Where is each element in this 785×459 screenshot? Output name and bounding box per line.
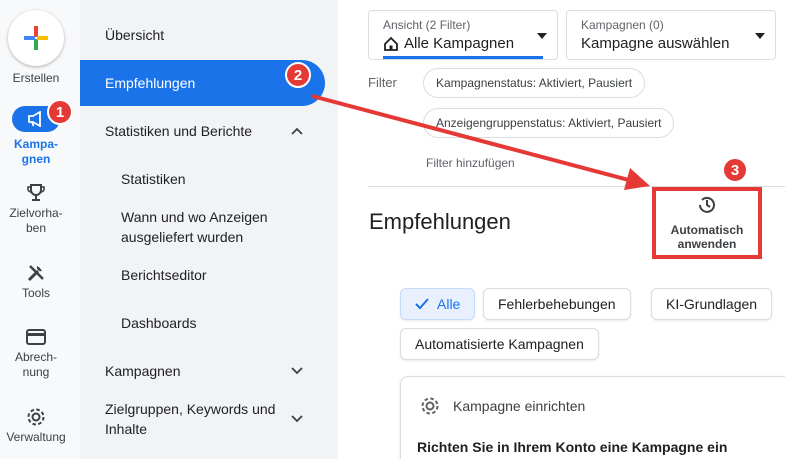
page-title: Empfehlungen xyxy=(369,209,511,234)
filter-chip-troubleshooting-label: Fehlerbehebungen xyxy=(498,296,616,312)
nav-item-audiences[interactable]: Zielgruppen, Keywords und Inhalte xyxy=(80,398,325,440)
nav-label-campaigns: Kampagnen xyxy=(105,363,181,379)
rail-label-campaigns: Kampa- gnen xyxy=(13,137,58,166)
rail-label-tools: Tools xyxy=(21,286,50,300)
campaign-selector[interactable]: Kampagnen (0) Kampagne auswählen xyxy=(566,10,776,60)
nav-label-where-when: Wann und wo Anzeigen ausgeliefert wurden xyxy=(121,209,268,245)
nav-label-audiences: Zielgruppen, Keywords und Inhalte xyxy=(105,401,276,437)
nav-label-report-editor: Berichtseditor xyxy=(121,267,207,283)
dropdown-arrow-icon xyxy=(755,33,765,39)
view-underline xyxy=(383,56,543,59)
nav-item-report-editor[interactable]: Berichtseditor xyxy=(80,260,325,290)
nav-label-overview: Übersicht xyxy=(105,27,165,43)
nav-item-campaigns[interactable]: Kampagnen xyxy=(80,356,325,386)
left-rail: Erstellen Kampa- gnen Zielvorha- ben Too… xyxy=(0,0,80,459)
create-button[interactable] xyxy=(8,10,64,66)
nav-label-recommendations: Empfehlungen xyxy=(105,75,196,91)
gear-icon xyxy=(421,397,439,415)
nav-label-dashboards: Dashboards xyxy=(121,315,197,331)
chevron-down-icon xyxy=(291,367,303,375)
rail-item-admin[interactable]: Verwaltung xyxy=(0,404,72,445)
chip-adgroup-status-label: Anzeigengruppenstatus: Aktiviert, Pausie… xyxy=(436,116,662,130)
nav-item-stats[interactable]: Statistiken xyxy=(80,164,325,194)
chip-adgroup-status[interactable]: Anzeigengruppenstatus: Aktiviert, Pausie… xyxy=(423,108,675,138)
chip-campaign-status[interactable]: Kampagnenstatus: Aktiviert, Pausiert xyxy=(423,68,646,98)
chip-campaign-status-label: Kampagnenstatus: Aktiviert, Pausiert xyxy=(436,76,633,90)
add-filter-link[interactable]: Filter hinzufügen xyxy=(426,156,515,170)
view-caption: Ansicht (2 Filter) xyxy=(383,18,471,32)
recommendation-card[interactable]: Kampagne einrichten Richten Sie in Ihrem… xyxy=(400,376,785,459)
annotation-badge-1: 1 xyxy=(47,99,73,125)
filter-chip-automated-label: Automatisierte Kampagnen xyxy=(415,336,584,352)
filter-chip-ai-basics[interactable]: KI-Grundlagen xyxy=(651,288,773,320)
rail-item-billing[interactable]: Abrech- nung xyxy=(0,324,72,380)
create-label: Erstellen xyxy=(12,71,60,85)
nav-item-where-when[interactable]: Wann und wo Anzeigen ausgeliefert wurden xyxy=(80,206,325,248)
filter-label: Filter xyxy=(368,75,397,90)
rail-label-billing: Abrech- nung xyxy=(14,350,58,379)
credit-card-icon xyxy=(26,329,46,345)
tools-icon xyxy=(27,265,44,282)
card-title: Richten Sie in Ihrem Konto eine Kampagne… xyxy=(417,439,728,455)
chevron-down-icon xyxy=(291,415,303,423)
filter-chip-all[interactable]: Alle xyxy=(400,288,476,320)
chevron-up-icon xyxy=(291,127,303,135)
rail-item-tools[interactable]: Tools xyxy=(0,260,72,301)
nav-item-stats-reports[interactable]: Statistiken und Berichte xyxy=(80,116,325,146)
rail-label-admin: Verwaltung xyxy=(6,430,66,444)
megaphone-icon xyxy=(28,111,41,127)
home-icon xyxy=(384,36,398,51)
rail-item-goals[interactable]: Zielvorha- ben xyxy=(0,180,72,236)
view-selector[interactable]: Ansicht (2 Filter) Alle Kampagnen xyxy=(368,10,558,60)
nav-label-stats-reports: Statistiken und Berichte xyxy=(105,123,253,139)
annotation-highlight-box xyxy=(652,187,762,259)
nav-label-stats: Statistiken xyxy=(121,171,186,187)
view-value: Alle Kampagnen xyxy=(404,35,515,52)
filter-chip-ai-basics-label: KI-Grundlagen xyxy=(666,296,758,312)
filter-chip-troubleshooting[interactable]: Fehlerbehebungen xyxy=(483,288,631,320)
nav-item-overview[interactable]: Übersicht xyxy=(80,20,325,50)
annotation-badge-2: 2 xyxy=(285,62,311,88)
annotation-badge-3: 3 xyxy=(722,157,748,183)
filter-chip-automated-campaigns[interactable]: Automatisierte Kampagnen xyxy=(400,328,599,360)
gear-icon xyxy=(27,408,45,426)
plus-icon xyxy=(24,26,48,50)
nav-item-dashboards[interactable]: Dashboards xyxy=(80,308,325,338)
filter-chip-all-label: Alle xyxy=(437,296,461,312)
card-head-label: Kampagne einrichten xyxy=(453,398,586,414)
campaign-value: Kampagne auswählen xyxy=(581,35,730,52)
campaign-caption: Kampagnen (0) xyxy=(581,18,664,32)
check-icon xyxy=(415,298,429,310)
trophy-icon xyxy=(27,184,45,201)
rail-label-goals: Zielvorha- ben xyxy=(9,206,63,235)
dropdown-arrow-icon xyxy=(537,33,547,39)
